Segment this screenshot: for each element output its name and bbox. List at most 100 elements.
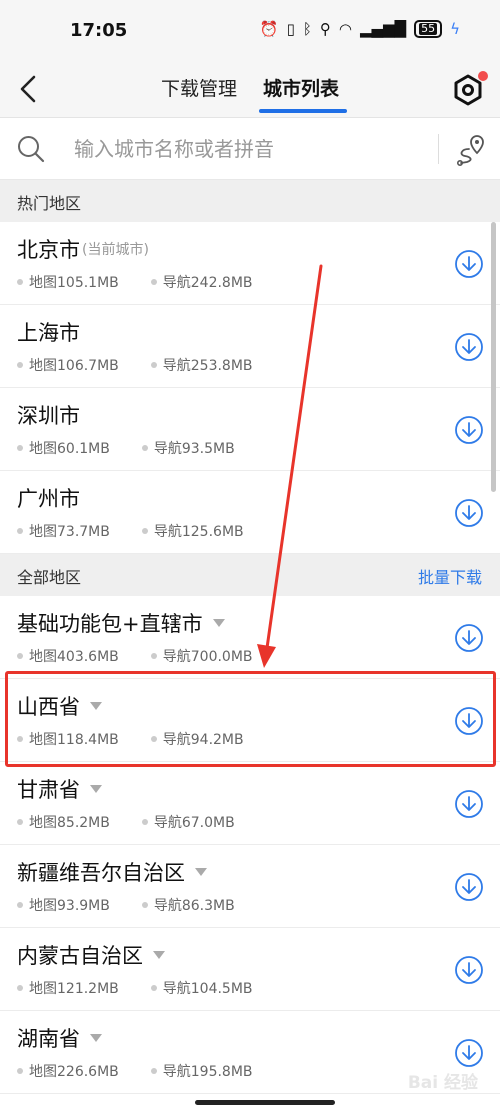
- location-icon: ⚲: [319, 20, 331, 38]
- region-name: 内蒙古自治区: [17, 944, 143, 968]
- settings-button[interactable]: [450, 71, 488, 108]
- list-item[interactable]: 深圳市 地图60.1MB 导航93.5MB: [0, 388, 500, 471]
- city-name: 上海市: [17, 321, 80, 345]
- list-item[interactable]: 北京市 (当前城市) 地图105.1MB 导航242.8MB: [0, 222, 500, 305]
- bullet-dot-icon: [17, 528, 23, 534]
- map-size: 地图118.4MB: [17, 729, 119, 749]
- map-size: 地图106.7MB: [17, 355, 119, 375]
- map-size: 地图93.9MB: [17, 895, 110, 915]
- download-icon[interactable]: [454, 623, 484, 653]
- expand-caret-icon[interactable]: [212, 619, 225, 627]
- map-size: 地图226.6MB: [17, 1061, 119, 1081]
- bullet-dot-icon: [141, 902, 148, 908]
- bullet-dot-icon: [17, 445, 23, 451]
- city-name: 深圳市: [17, 404, 80, 428]
- alarm-icon: ⏰: [259, 20, 279, 38]
- tab-city-list[interactable]: 城市列表: [258, 74, 348, 113]
- charging-icon: ϟ: [450, 20, 460, 38]
- map-size: 地图121.2MB: [17, 978, 119, 998]
- city-name: 北京市: [17, 238, 80, 262]
- download-icon[interactable]: [454, 249, 484, 279]
- bullet-dot-icon: [141, 819, 148, 825]
- bullet-dot-icon: [150, 279, 157, 285]
- region-name: 新疆维吾尔自治区: [17, 861, 185, 885]
- download-icon[interactable]: [454, 1038, 484, 1068]
- expand-caret-icon[interactable]: [90, 785, 102, 793]
- map-size: 地图60.1MB: [17, 438, 110, 458]
- map-size: 地图105.1MB: [17, 272, 119, 292]
- map-size: 地图403.6MB: [17, 646, 119, 666]
- expand-caret-icon[interactable]: [90, 702, 102, 710]
- home-indicator[interactable]: [195, 1100, 335, 1105]
- status-bar: 17:05 ⏰ ▯ ᛒ ⚲ ◠ ▂▄▆█ 55 ϟ: [0, 0, 500, 62]
- nav-size: 导航93.5MB: [141, 438, 235, 458]
- nav-size: 导航125.6MB: [141, 521, 244, 541]
- current-city-note: (当前城市): [82, 242, 149, 258]
- scrollbar[interactable]: [491, 222, 496, 492]
- download-icon[interactable]: [454, 955, 484, 985]
- region-name: 基础功能包+直辖市: [17, 612, 203, 636]
- download-icon[interactable]: [454, 872, 484, 902]
- list-item[interactable]: 甘肃省 地图85.2MB 导航67.0MB: [0, 762, 500, 845]
- batch-download-button[interactable]: 批量下载: [418, 564, 482, 588]
- status-time: 17:05: [70, 20, 128, 41]
- download-icon[interactable]: [454, 415, 484, 445]
- bullet-dot-icon: [17, 985, 23, 991]
- nav-size: 导航67.0MB: [141, 812, 235, 832]
- bullet-dot-icon: [17, 902, 23, 908]
- bullet-dot-icon: [17, 736, 23, 742]
- nav-size: 导航94.2MB: [150, 729, 244, 749]
- search-icon: [18, 136, 45, 163]
- bullet-dot-icon: [141, 445, 148, 451]
- vibrate-icon: ▯: [286, 20, 295, 38]
- list-item[interactable]: 广州市 地图73.7MB 导航125.6MB: [0, 471, 500, 554]
- bullet-dot-icon: [150, 1068, 157, 1074]
- list-item[interactable]: 内蒙古自治区 地图121.2MB 导航104.5MB: [0, 928, 500, 1011]
- section-hot-regions: 热门地区: [0, 180, 500, 222]
- section-title: 全部地区: [17, 568, 82, 587]
- download-icon[interactable]: [454, 498, 484, 528]
- battery-icon: 55: [414, 20, 443, 38]
- bullet-dot-icon: [150, 362, 157, 368]
- list-item[interactable]: 新疆维吾尔自治区 地图93.9MB 导航86.3MB: [0, 845, 500, 928]
- search-bar: [0, 118, 500, 180]
- tab-download-manager[interactable]: 下载管理: [159, 74, 239, 101]
- list-item[interactable]: 基础功能包+直辖市 地图403.6MB 导航700.0MB: [0, 596, 500, 679]
- nav-size: 导航242.8MB: [150, 272, 253, 292]
- route-location-icon[interactable]: [455, 132, 487, 166]
- bullet-dot-icon: [141, 528, 148, 534]
- download-icon[interactable]: [454, 789, 484, 819]
- city-name: 广州市: [17, 487, 80, 511]
- nav-size: 导航253.8MB: [150, 355, 253, 375]
- tab-bar: 下载管理 城市列表: [0, 74, 500, 113]
- map-size: 地图85.2MB: [17, 812, 110, 832]
- region-name: 山西省: [17, 695, 80, 719]
- list-item[interactable]: 上海市 地图106.7MB 导航253.8MB: [0, 305, 500, 388]
- download-icon[interactable]: [454, 706, 484, 736]
- section-title: 热门地区: [17, 194, 82, 213]
- nav-size: 导航104.5MB: [150, 978, 253, 998]
- bluetooth-icon: ᛒ: [302, 20, 312, 38]
- region-name: 甘肃省: [17, 778, 80, 802]
- bullet-dot-icon: [150, 653, 157, 659]
- expand-caret-icon[interactable]: [153, 951, 165, 959]
- expand-caret-icon[interactable]: [195, 868, 207, 876]
- nav-size: 导航86.3MB: [141, 895, 235, 915]
- bullet-dot-icon: [150, 985, 157, 991]
- bullet-dot-icon: [150, 736, 157, 742]
- section-all-regions: 全部地区 批量下载: [0, 554, 500, 596]
- download-icon[interactable]: [454, 332, 484, 362]
- nav-bar: 下载管理 城市列表: [0, 62, 500, 118]
- bullet-dot-icon: [17, 362, 23, 368]
- bullet-dot-icon: [17, 819, 23, 825]
- wifi-icon: ◠: [338, 20, 352, 38]
- search-divider: [438, 134, 439, 164]
- bullet-dot-icon: [17, 653, 23, 659]
- list-item[interactable]: 山西省 地图118.4MB 导航94.2MB: [0, 679, 500, 762]
- notification-dot: [478, 71, 488, 81]
- nav-size: 导航195.8MB: [150, 1061, 253, 1081]
- city-search-input[interactable]: [74, 132, 414, 166]
- region-name: 湖南省: [17, 1027, 80, 1051]
- expand-caret-icon[interactable]: [90, 1034, 102, 1042]
- map-size: 地图73.7MB: [17, 521, 110, 541]
